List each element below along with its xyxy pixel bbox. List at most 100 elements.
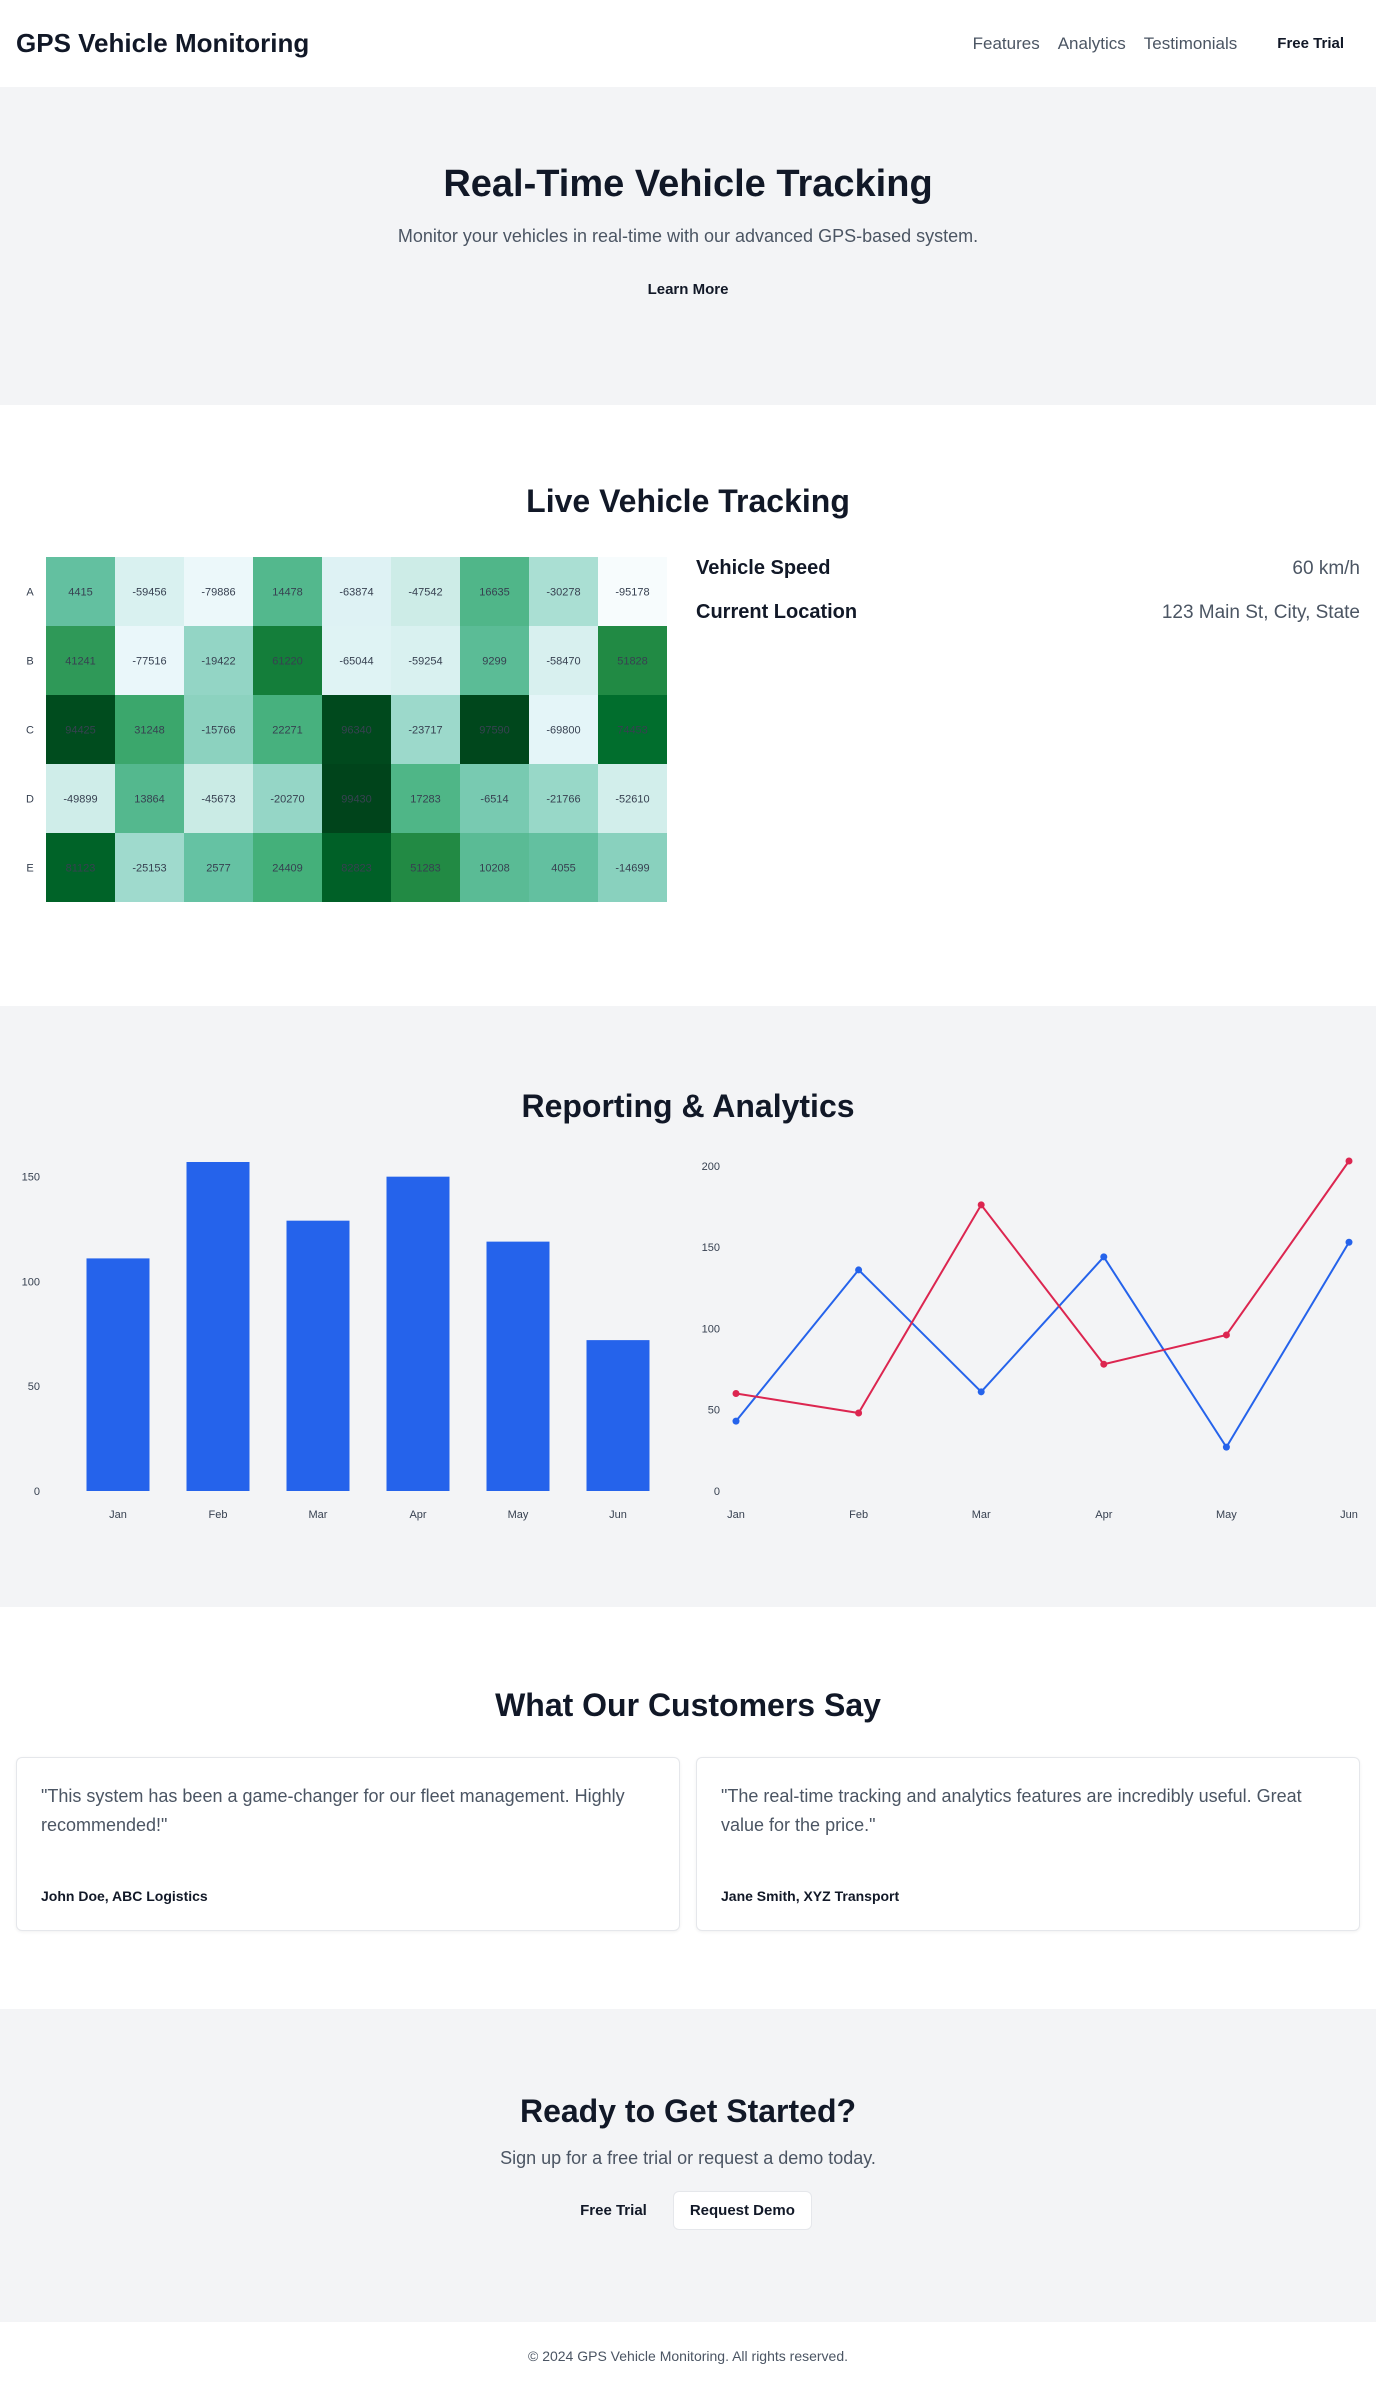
series-line	[735, 1241, 1350, 1450]
heatmap-cell-label: -25153	[132, 863, 166, 875]
series-point	[977, 1388, 985, 1396]
bar	[186, 1162, 250, 1491]
nav-link-analytics[interactable]: Analytics	[1058, 34, 1126, 54]
x-tick-label: Jun	[1340, 1509, 1358, 1521]
x-tick-label: Jan	[727, 1509, 745, 1521]
testimonials-section: What Our Customers Say "This system has …	[0, 1607, 1376, 2009]
heatmap-cell-label: -30278	[546, 587, 580, 599]
series-point	[1100, 1253, 1108, 1261]
heatmap-cell-label: -79886	[201, 587, 235, 599]
current-location-row: Current Location 123 Main St, City, Stat…	[696, 601, 1360, 624]
heatmap-cell-label: -49899	[63, 794, 97, 806]
heatmap-cell-label: 82823	[341, 863, 372, 875]
heatmap-cell-label: 31248	[134, 725, 165, 737]
nav-link-features[interactable]: Features	[973, 34, 1040, 54]
monthly-line-chart: 0 50 100 150 200 Jan Feb Mar Apr May Jun	[702, 1157, 1358, 1521]
heatmap-cell-label: 10208	[479, 863, 510, 875]
heatmap-cell-label: 2577	[206, 863, 230, 875]
heatmap-cell-label: -47542	[408, 587, 442, 599]
series-point	[1222, 1331, 1230, 1339]
series-point	[732, 1389, 740, 1397]
x-tick-label: Mar	[309, 1509, 328, 1521]
bar	[486, 1241, 550, 1491]
heatmap-cell-label: -15766	[201, 725, 235, 737]
heatmap-cell-label: -69800	[546, 725, 580, 737]
x-tick-label: Feb	[209, 1509, 228, 1521]
testimonial-author: Jane Smith, XYZ Transport	[721, 1888, 900, 1904]
heatmap-cell-label: 81123	[66, 863, 96, 875]
cta-title: Ready to Get Started?	[519, 2093, 857, 2129]
heatmap-cell-label: -23717	[408, 725, 442, 737]
testimonial-quote: "This system has been a game-changer for…	[41, 1786, 625, 1835]
heatmap-cell-label: 99430	[341, 794, 372, 806]
tracking-heatmap: A 4415 -59456 -79886 14478 -63874 -47542 16635 -…	[26, 557, 667, 902]
bar	[586, 1340, 650, 1491]
footer: © 2024 GPS Vehicle Monitoring. All right…	[0, 2322, 1376, 2389]
heatmap-row-label: D	[26, 794, 34, 806]
current-location-value: 123 Main St, City, State	[1161, 601, 1360, 623]
series-point	[1345, 1238, 1353, 1246]
live-tracking-body: A 4415 -59456 -79886 14478 -63874 -47542 16635 -…	[0, 545, 1376, 905]
heatmap-cell-label: -59456	[132, 587, 166, 599]
nav-links: Features Analytics Testimonials Free Tri…	[955, 27, 1360, 60]
heatmap-cell-label: 41241	[65, 656, 96, 668]
heatmap-cell-label: -19422	[201, 656, 235, 668]
heatmap-cell-label: -52610	[615, 794, 649, 806]
analytics-section: Reporting & Analytics 0 50 100 150 Jan Feb Mar…	[0, 1006, 1376, 1607]
series-line	[735, 1160, 1350, 1415]
vehicle-speed-row: Vehicle Speed 60 km/h	[696, 557, 1360, 580]
heatmap-cell-label: 51283	[410, 863, 441, 875]
heatmap-cell-label: -21766	[546, 794, 580, 806]
heatmap-cell-label: -65044	[339, 656, 373, 668]
free-trial-button[interactable]: Free Trial	[564, 2192, 663, 2229]
bar	[86, 1258, 150, 1491]
y-tick-label: 150	[702, 1242, 720, 1254]
bar	[286, 1220, 350, 1491]
heatmap-cell-label: 9299	[482, 656, 506, 668]
testimonial-author: John Doe, ABC Logistics	[41, 1888, 208, 1904]
series-point	[1100, 1360, 1108, 1368]
testimonial-cards: "This system has been a game-changer for…	[16, 1757, 1360, 1931]
cta-subtitle: Sign up for a free trial or request a de…	[500, 2148, 876, 2168]
vehicle-speed-label: Vehicle Speed	[696, 557, 831, 579]
free-trial-nav-button[interactable]: Free Trial	[1261, 27, 1360, 60]
nav-link-testimonials[interactable]: Testimonials	[1144, 34, 1238, 54]
y-tick-label: 0	[714, 1486, 720, 1498]
heatmap-cell-label: 94425	[65, 725, 96, 737]
heatmap-row-label: B	[26, 656, 33, 668]
cta-buttons: Free Trial Request Demo	[0, 2191, 1376, 2230]
series-point	[855, 1266, 863, 1274]
live-tracking-title: Live Vehicle Tracking	[526, 483, 850, 519]
series-point	[977, 1201, 985, 1209]
x-tick-label: Jun	[609, 1509, 627, 1521]
testimonial-card: "This system has been a game-changer for…	[16, 1757, 680, 1931]
learn-more-button[interactable]: Learn More	[648, 281, 729, 298]
request-demo-button[interactable]: Request Demo	[672, 2191, 812, 2230]
heatmap-cell-label: -20270	[270, 794, 304, 806]
heatmap-cell-label: -59254	[408, 656, 442, 668]
series-point	[732, 1417, 740, 1425]
current-location-label: Current Location	[696, 601, 858, 623]
cta-section: Ready to Get Started? Sign up for a free…	[0, 2009, 1376, 2322]
y-tick-label: 50	[28, 1381, 40, 1393]
heatmap-cell-label: 24409	[272, 863, 303, 875]
brand-logo[interactable]: GPS Vehicle Monitoring	[16, 28, 309, 59]
heatmap-cell-label: 97590	[479, 725, 510, 737]
series-point	[855, 1409, 863, 1417]
heatmap-row-label: E	[26, 863, 33, 875]
top-nav: GPS Vehicle Monitoring Features Analytic…	[0, 0, 1376, 87]
testimonial-quote: "The real-time tracking and analytics fe…	[721, 1786, 1302, 1835]
series-point	[1222, 1443, 1230, 1451]
y-tick-label: 100	[22, 1276, 40, 1288]
x-tick-label: Feb	[849, 1509, 868, 1521]
analytics-title: Reporting & Analytics	[521, 1088, 855, 1124]
heatmap-row-label: C	[26, 725, 34, 737]
y-tick-label: 50	[708, 1405, 720, 1417]
x-tick-label: May	[508, 1509, 529, 1521]
heatmap-cell-label: -95178	[615, 587, 649, 599]
heatmap-cell-label: -6514	[480, 794, 508, 806]
y-tick-label: 200	[702, 1161, 720, 1173]
x-tick-label: May	[1216, 1509, 1237, 1521]
heatmap-cell-label: 16635	[479, 587, 510, 599]
heatmap-cell-label: 51828	[617, 656, 648, 668]
